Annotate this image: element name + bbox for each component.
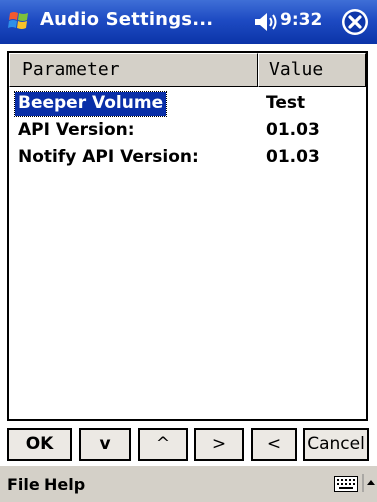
right-button[interactable]: > <box>194 428 244 461</box>
sip-arrow-icon[interactable] <box>362 474 376 492</box>
down-button[interactable]: v <box>79 428 131 461</box>
window-title: Audio Settings... <box>40 9 214 30</box>
title-bar: Audio Settings... 9:32 <box>0 0 377 44</box>
menu-help[interactable]: Help <box>44 475 85 494</box>
column-header-value[interactable]: Value <box>258 53 366 87</box>
parameter-list[interactable]: Parameter Value Beeper Volume Test API V… <box>7 51 368 421</box>
list-header: Parameter Value <box>9 53 366 87</box>
row-parameter: Notify API Version: <box>18 147 199 167</box>
button-bar: OK v ^ > < Cancel <box>7 428 369 462</box>
row-value: 01.03 <box>266 147 320 167</box>
close-icon[interactable] <box>341 8 369 36</box>
row-parameter: Beeper Volume <box>13 91 168 117</box>
keyboard-icon[interactable] <box>334 476 358 492</box>
clock[interactable]: 9:32 <box>280 10 322 30</box>
list-row[interactable]: Beeper Volume Test <box>9 91 366 118</box>
list-row[interactable]: API Version: 01.03 <box>9 118 366 145</box>
list-row[interactable]: Notify API Version: 01.03 <box>9 145 366 172</box>
row-value: Test <box>266 93 306 113</box>
row-parameter: API Version: <box>18 120 135 140</box>
menu-bar: File Help <box>0 465 377 502</box>
speaker-icon[interactable] <box>252 11 278 33</box>
cancel-button[interactable]: Cancel <box>303 428 369 461</box>
ok-button[interactable]: OK <box>7 428 72 461</box>
row-value: 01.03 <box>266 120 320 140</box>
left-button[interactable]: < <box>251 428 297 461</box>
windows-flag-icon[interactable] <box>7 8 33 34</box>
up-button[interactable]: ^ <box>138 428 188 461</box>
menu-file[interactable]: File <box>7 475 40 494</box>
column-header-parameter[interactable]: Parameter <box>9 53 258 87</box>
list-rows: Beeper Volume Test API Version: 01.03 No… <box>9 91 366 172</box>
